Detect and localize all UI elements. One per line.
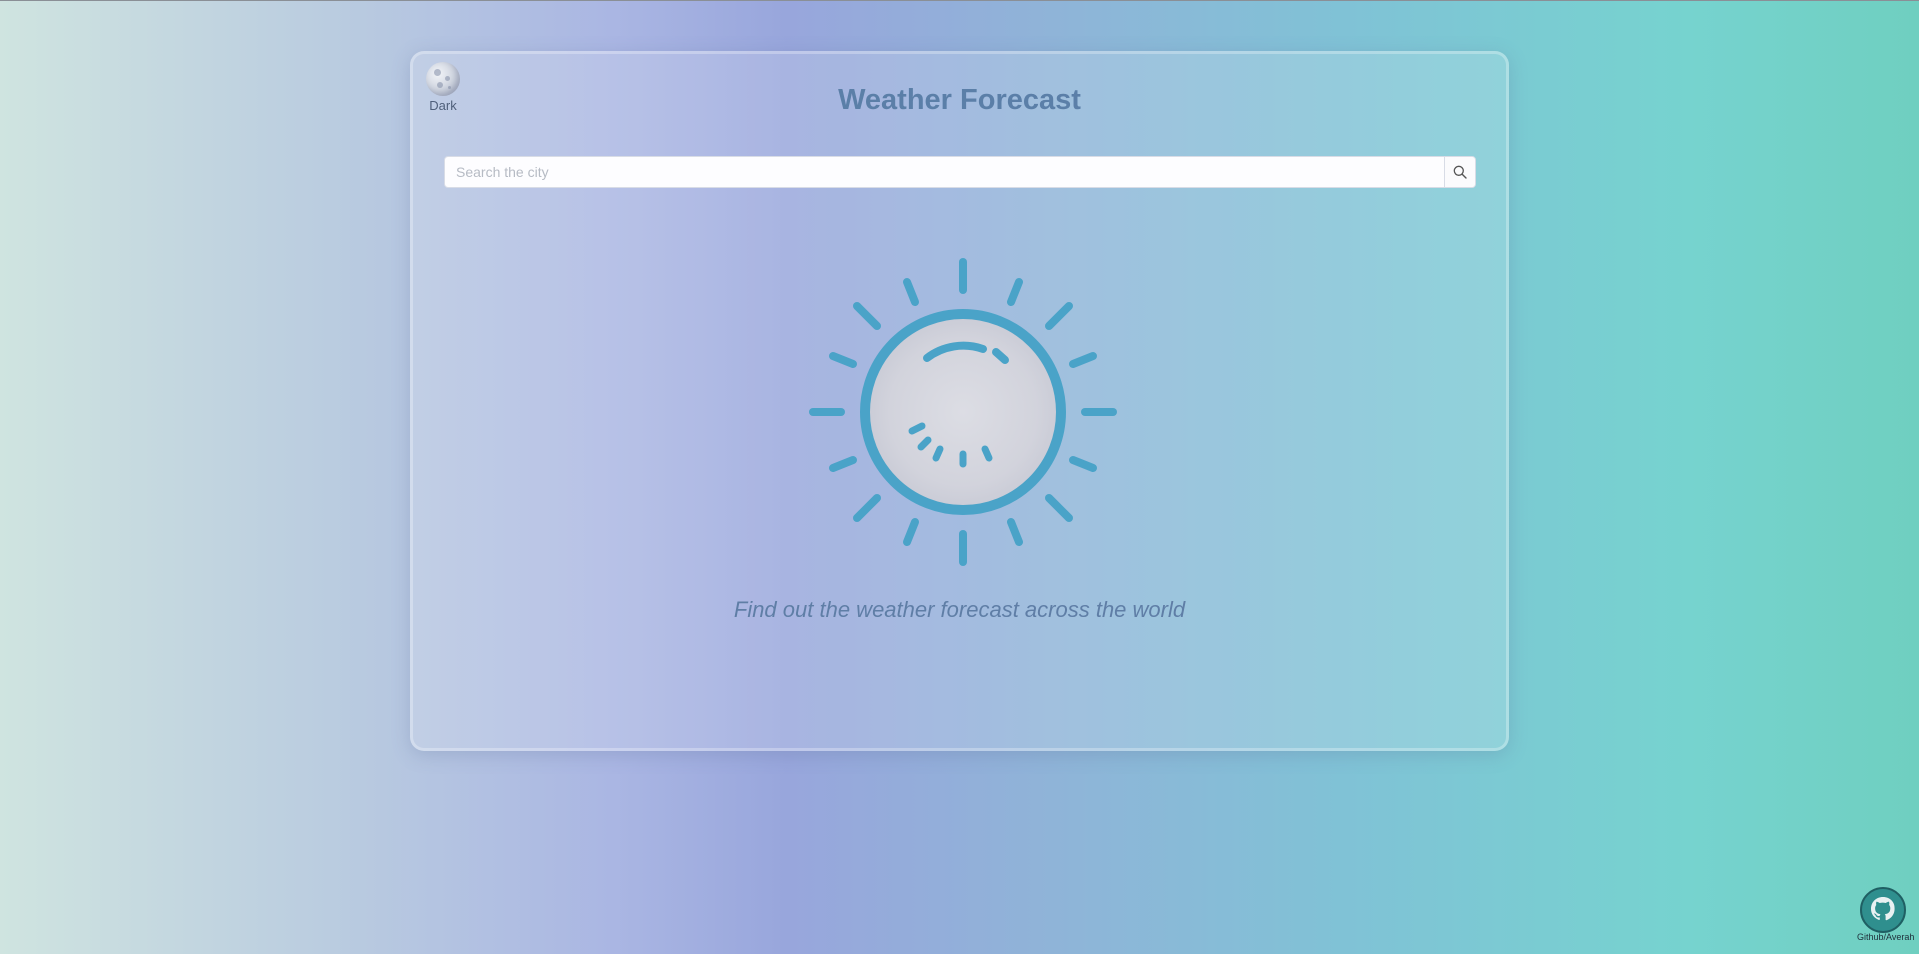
github-link[interactable]: Github/Averah [1857, 887, 1915, 942]
page-title: Weather Forecast [838, 84, 1081, 116]
weather-card: Dark Weather Forecast Search the city Fi… [410, 51, 1509, 751]
search-button[interactable] [1444, 157, 1475, 187]
search-input[interactable] [445, 157, 1444, 187]
window-top-border [0, 0, 1919, 1]
sun-icon [809, 258, 1117, 566]
github-icon [1860, 887, 1906, 933]
search-bar [444, 156, 1476, 188]
search-icon [1453, 165, 1467, 179]
github-label: Github/Averah [1857, 932, 1915, 942]
tagline: Find out the weather forecast across the… [733, 597, 1186, 622]
